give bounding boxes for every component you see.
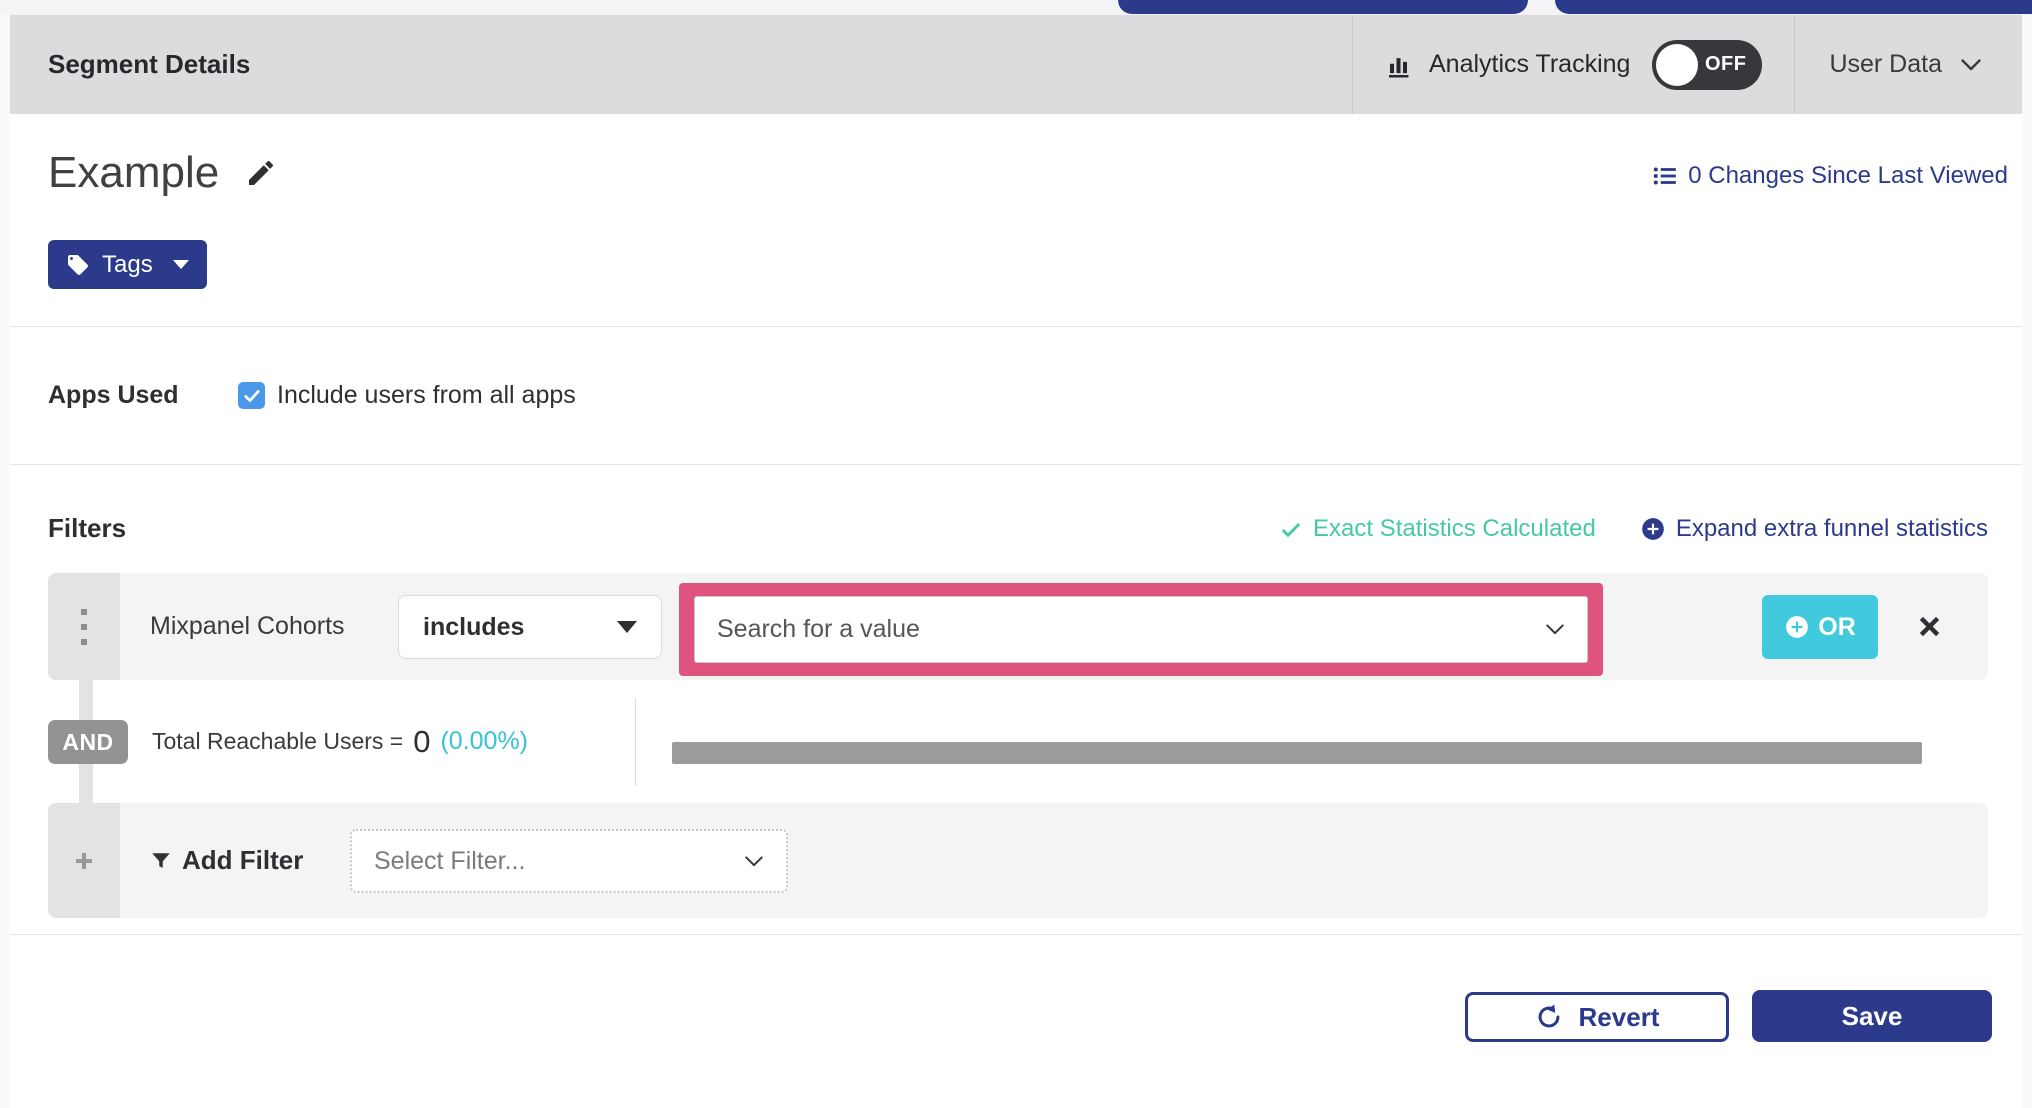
include-all-apps-label: Include users from all apps <box>277 381 576 409</box>
tags-button-label: Tags <box>102 250 153 278</box>
value-search-placeholder: Search for a value <box>717 615 920 643</box>
vertical-divider <box>635 698 636 786</box>
operator-value: includes <box>423 612 525 641</box>
segment-name: Example <box>48 148 220 197</box>
and-badge: AND <box>48 720 128 764</box>
edit-pencil-icon[interactable] <box>245 157 277 189</box>
chevron-down-icon <box>744 855 764 868</box>
tags-button[interactable]: Tags <box>48 240 207 289</box>
value-search-select[interactable]: Search for a value <box>694 596 1588 663</box>
filter-block: Mixpanel Cohorts includes Search for a v… <box>48 573 1988 918</box>
add-or-condition-button[interactable]: OR <box>1762 595 1878 659</box>
analytics-tracking-section: Analytics Tracking OFF <box>1351 15 1796 114</box>
revert-button[interactable]: Revert <box>1465 992 1729 1042</box>
caret-down-icon <box>617 621 637 633</box>
include-all-apps-checkbox[interactable] <box>238 382 265 409</box>
top-strip <box>0 0 2032 15</box>
expand-funnel-statistics-label: Expand extra funnel statistics <box>1675 515 1988 542</box>
grip-dot-icon <box>81 608 87 615</box>
filters-stats-row: Exact Statistics Calculated Expand extra… <box>1279 515 1988 543</box>
analytics-tracking-toggle[interactable]: OFF <box>1652 39 1763 90</box>
check-icon <box>1279 517 1303 541</box>
chevron-down-icon <box>1545 623 1565 636</box>
checkmark-icon <box>243 389 260 402</box>
reachable-label: Total Reachable Users = <box>152 728 404 754</box>
apps-used-label: Apps Used <box>48 381 179 409</box>
plus-circle-icon <box>1784 614 1810 640</box>
tag-icon <box>66 253 90 277</box>
top-button-partial-right[interactable] <box>1555 0 2032 14</box>
toggle-state-label: OFF <box>1704 53 1747 75</box>
exact-statistics-label: Exact Statistics Calculated <box>1313 515 1596 542</box>
toggle-knob <box>1656 43 1699 86</box>
revert-icon <box>1535 1003 1563 1031</box>
analytics-tracking-label: Analytics Tracking <box>1428 50 1631 78</box>
total-reachable-users: Total Reachable Users = 0 (0.00%) <box>152 680 528 803</box>
totals-row: AND Total Reachable Users = 0 (0.00%) <box>48 680 1988 803</box>
remove-filter-button[interactable] <box>1916 573 1943 680</box>
operator-select[interactable]: includes <box>398 595 662 659</box>
add-filter-label: Add Filter <box>182 845 304 875</box>
reachable-users-bar <box>672 742 1922 764</box>
changes-link-label: 0 Changes Since Last Viewed <box>1688 162 2008 189</box>
filters-section: Filters Exact Statistics Calculated Expa… <box>10 465 2022 935</box>
filter-row: Mixpanel Cohorts includes Search for a v… <box>48 573 1988 680</box>
filters-heading: Filters <box>48 513 127 543</box>
footer-actions: Revert Save <box>10 935 2022 1106</box>
changes-list-icon <box>1652 163 1678 189</box>
expand-funnel-statistics-link[interactable]: Expand extra funnel statistics <box>1640 515 1988 543</box>
apps-used-section: Apps Used Include users from all apps <box>10 327 2022 465</box>
revert-button-label: Revert <box>1578 1001 1660 1032</box>
add-filter-label-group: Add Filter <box>150 803 303 918</box>
segment-details-panel: Example 0 Changes Since Last Viewed Tags… <box>10 114 2022 1108</box>
grip-dot-icon <box>81 638 87 645</box>
add-filter-handle[interactable] <box>48 803 120 918</box>
drag-handle[interactable] <box>48 573 120 680</box>
reachable-value: 0 <box>413 723 431 759</box>
add-filter-row: Add Filter Select Filter... <box>48 803 1988 918</box>
segment-title-row: Example <box>48 148 277 198</box>
user-data-label: User Data <box>1829 50 1942 78</box>
select-filter-placeholder: Select Filter... <box>374 846 526 875</box>
or-button-label: OR <box>1818 612 1856 641</box>
bar-chart-icon <box>1385 50 1415 80</box>
page-title: Segment Details <box>48 49 251 79</box>
select-filter-dropdown[interactable]: Select Filter... <box>350 829 788 893</box>
filter-field-label: Mixpanel Cohorts <box>150 612 345 640</box>
grip-dot-icon <box>81 623 87 630</box>
reachable-percent: (0.00%) <box>440 727 529 755</box>
exact-statistics-status: Exact Statistics Calculated <box>1279 515 1596 543</box>
caret-down-icon <box>172 260 189 269</box>
segment-name-section: Example 0 Changes Since Last Viewed Tags <box>10 114 2022 327</box>
chevron-down-icon <box>1960 58 1982 72</box>
changes-since-last-viewed-link[interactable]: 0 Changes Since Last Viewed <box>1652 162 2008 190</box>
plus-circle-icon <box>1640 516 1666 542</box>
save-button-label: Save <box>1841 1000 1903 1031</box>
segment-details-header: Segment Details Analytics Tracking OFF U… <box>10 15 2022 114</box>
close-icon <box>1919 616 1940 637</box>
plus-icon <box>76 852 92 869</box>
funnel-icon <box>150 850 172 872</box>
highlight-annotation: Search for a value <box>679 583 1603 676</box>
save-button[interactable]: Save <box>1752 990 1992 1042</box>
user-data-dropdown[interactable]: User Data <box>1795 50 2022 79</box>
top-button-partial-left[interactable] <box>1118 0 1528 14</box>
